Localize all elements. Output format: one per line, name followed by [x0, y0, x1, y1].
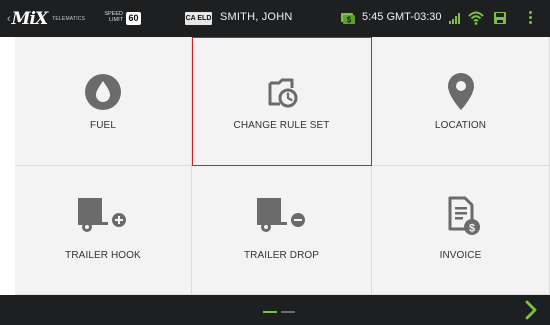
- status-bar: ‹ MiX TELEMATICS SPEED LIMIT 60 CA ELD S…: [0, 0, 550, 37]
- tile-trailer-hook[interactable]: TRAILER HOOK: [15, 166, 192, 295]
- trailer-drop-icon: [256, 198, 305, 232]
- brand-name: MiX: [11, 9, 48, 29]
- tile-fuel-label: FUEL: [90, 120, 116, 131]
- tile-trailer-drop-label: TRAILER DROP: [243, 250, 320, 261]
- speed-label-line2: LIMIT: [108, 17, 123, 23]
- page-indicator-active: [263, 311, 277, 313]
- location-pin-icon: [447, 73, 474, 110]
- bottom-bar: [0, 295, 550, 325]
- save-icon[interactable]: [493, 11, 507, 25]
- speed-limit-value: 60: [126, 12, 141, 25]
- svg-text:$: $: [347, 16, 352, 25]
- clock-time: 5:45 GMT-03:30: [362, 11, 442, 23]
- tile-change-rule-set-label: CHANGE RULE SET: [233, 120, 330, 131]
- tile-change-rule-set[interactable]: CHANGE RULE SET: [192, 37, 372, 166]
- driver-name[interactable]: SMITH, JOHN: [220, 11, 292, 23]
- svg-text:$: $: [468, 223, 474, 235]
- tile-invoice-label: INVOICE: [439, 250, 482, 261]
- brand-prefix: ‹: [7, 13, 11, 25]
- tile-trailer-hook-label: TRAILER HOOK: [65, 250, 141, 261]
- money-icon[interactable]: $: [340, 10, 356, 26]
- signal-icon: [449, 13, 460, 24]
- tile-trailer-drop[interactable]: TRAILER DROP: [192, 166, 372, 295]
- trailer-hook-icon: [78, 198, 126, 232]
- action-grid: FUEL CHANGE RULE SET LOCATION TRAILER HO…: [15, 37, 550, 295]
- tile-location[interactable]: LOCATION: [372, 37, 550, 166]
- kebab-menu-icon[interactable]: [524, 10, 536, 27]
- brand-tagline: TELEMATICS: [52, 16, 86, 22]
- speed-limit-label: SPEED LIMIT: [98, 11, 123, 23]
- tile-fuel[interactable]: FUEL: [15, 37, 192, 166]
- page-indicator-inactive: [281, 311, 295, 313]
- wifi-icon: [468, 11, 484, 25]
- brand-logo: ‹ MiX TELEMATICS: [7, 9, 85, 29]
- eld-badge[interactable]: CA ELD: [185, 12, 212, 25]
- tile-invoice[interactable]: $ INVOICE: [372, 166, 550, 295]
- fuel-drop-icon: [85, 74, 121, 110]
- next-page-button[interactable]: [520, 299, 542, 321]
- document-clock-icon: [268, 78, 297, 108]
- invoice-icon: $: [448, 196, 480, 235]
- tile-location-label: LOCATION: [434, 120, 487, 131]
